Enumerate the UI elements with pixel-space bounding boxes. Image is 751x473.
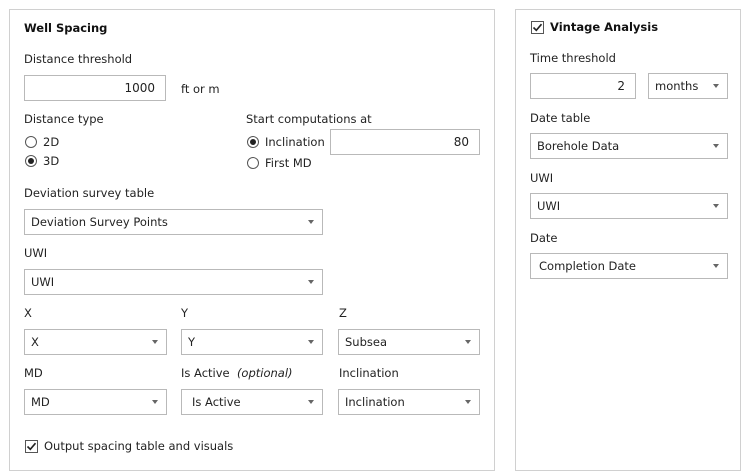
checkmark-icon bbox=[26, 442, 37, 450]
vintage-analysis-panel: Vintage Analysis Time threshold 2 months… bbox=[515, 9, 741, 471]
vintage-analysis-checkbox[interactable]: Vintage Analysis bbox=[531, 20, 658, 34]
select-value: Borehole Data bbox=[537, 139, 620, 153]
is-active-label: Is Active (optional) bbox=[181, 366, 293, 380]
distance-threshold-label: Distance threshold bbox=[24, 52, 133, 66]
select-value: X bbox=[31, 335, 39, 349]
distance-threshold-input[interactable]: 1000 bbox=[24, 75, 166, 101]
chevron-down-icon bbox=[152, 400, 158, 404]
radio-label: Inclination bbox=[265, 135, 325, 149]
start-inclination-input[interactable]: 80 bbox=[330, 129, 480, 155]
select-value: Y bbox=[188, 335, 196, 349]
uwi-select[interactable]: UWI bbox=[24, 269, 323, 295]
vintage-uwi-label: UWI bbox=[530, 171, 554, 185]
chevron-down-icon bbox=[152, 340, 158, 344]
date-select[interactable]: Completion Date bbox=[530, 253, 728, 279]
radio-circle bbox=[25, 155, 37, 167]
start-computations-label: Start computations at bbox=[246, 112, 372, 126]
chevron-down-icon bbox=[465, 400, 471, 404]
md-select[interactable]: MD bbox=[24, 389, 167, 415]
select-value: Inclination bbox=[345, 395, 405, 409]
distance-type-label: Distance type bbox=[24, 112, 104, 126]
start-inclination-radio[interactable]: Inclination bbox=[247, 135, 325, 149]
chevron-down-icon bbox=[713, 84, 719, 88]
time-unit-select[interactable]: months bbox=[648, 73, 728, 99]
deviation-survey-label: Deviation survey table bbox=[24, 186, 155, 200]
inclination-label: Inclination bbox=[339, 366, 399, 380]
radio-circle bbox=[247, 157, 259, 169]
radio-circle bbox=[247, 136, 259, 148]
vintage-analysis-title: Vintage Analysis bbox=[550, 20, 659, 34]
z-select[interactable]: Subsea bbox=[338, 329, 480, 355]
checkmark-icon bbox=[532, 23, 543, 31]
time-threshold-input[interactable]: 2 bbox=[530, 73, 636, 99]
x-select[interactable]: X bbox=[24, 329, 167, 355]
date-label: Date bbox=[530, 231, 558, 245]
vintage-uwi-select[interactable]: UWI bbox=[530, 193, 728, 219]
select-value: Subsea bbox=[345, 335, 388, 349]
radio-label: 3D bbox=[43, 154, 60, 168]
chevron-down-icon bbox=[308, 280, 314, 284]
chevron-down-icon bbox=[308, 340, 314, 344]
select-value: months bbox=[655, 79, 699, 93]
date-table-select[interactable]: Borehole Data bbox=[530, 133, 728, 159]
checkbox-box bbox=[25, 439, 38, 453]
chevron-down-icon bbox=[465, 340, 471, 344]
uwi-label: UWI bbox=[24, 246, 48, 260]
well-spacing-panel: Well Spacing Distance threshold 1000 ft … bbox=[9, 9, 495, 471]
select-value: Deviation Survey Points bbox=[31, 215, 168, 229]
output-spacing-checkbox[interactable]: Output spacing table and visuals bbox=[25, 439, 233, 453]
y-select[interactable]: Y bbox=[181, 329, 323, 355]
optional-hint: (optional) bbox=[236, 366, 293, 380]
deviation-survey-select[interactable]: Deviation Survey Points bbox=[24, 209, 323, 235]
y-label: Y bbox=[181, 306, 189, 320]
distance-unit-label: ft or m bbox=[181, 82, 220, 96]
chevron-down-icon bbox=[308, 220, 314, 224]
x-label: X bbox=[24, 306, 32, 320]
z-label: Z bbox=[339, 306, 347, 320]
distance-type-3d-radio[interactable]: 3D bbox=[25, 154, 59, 168]
start-first-md-radio[interactable]: First MD bbox=[247, 156, 312, 170]
time-threshold-label: Time threshold bbox=[530, 51, 616, 65]
chevron-down-icon bbox=[713, 144, 719, 148]
select-value: Is Active bbox=[192, 395, 241, 409]
distance-type-2d-radio[interactable]: 2D bbox=[25, 135, 59, 149]
chevron-down-icon bbox=[713, 264, 719, 268]
checkbox-label: Output spacing table and visuals bbox=[44, 439, 234, 453]
select-value: UWI bbox=[537, 199, 561, 213]
inclination-select[interactable]: Inclination bbox=[338, 389, 480, 415]
chevron-down-icon bbox=[713, 204, 719, 208]
is-active-select[interactable]: Is Active bbox=[181, 389, 323, 415]
select-value: Completion Date bbox=[539, 259, 637, 273]
chevron-down-icon bbox=[308, 400, 314, 404]
md-label: MD bbox=[24, 366, 43, 380]
checkbox-box bbox=[531, 20, 544, 34]
radio-label: 2D bbox=[43, 135, 60, 149]
well-spacing-title: Well Spacing bbox=[24, 21, 108, 35]
is-active-label-text: Is Active bbox=[181, 366, 230, 380]
date-table-label: Date table bbox=[530, 111, 591, 125]
select-value: UWI bbox=[31, 275, 55, 289]
radio-label: First MD bbox=[265, 156, 312, 170]
select-value: MD bbox=[31, 395, 50, 409]
radio-circle bbox=[25, 136, 37, 148]
